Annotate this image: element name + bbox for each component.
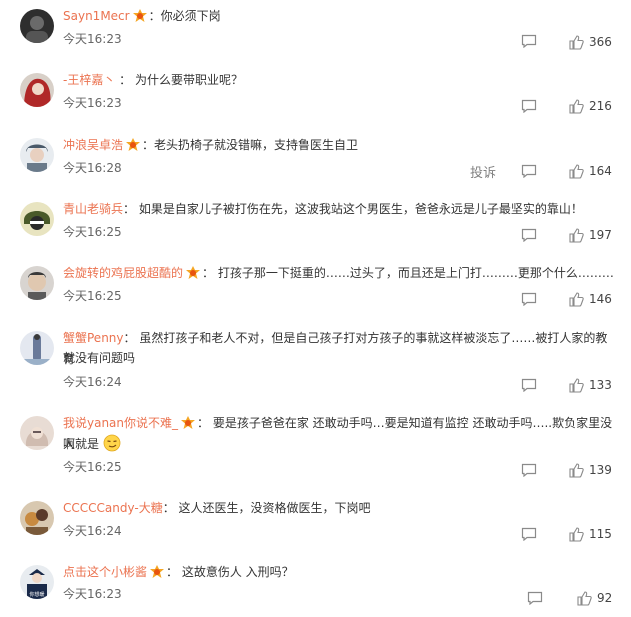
reply-icon[interactable] bbox=[521, 164, 537, 178]
thumbs-up-icon bbox=[577, 590, 592, 606]
vip-badge-icon bbox=[149, 564, 165, 579]
avatar[interactable] bbox=[20, 73, 54, 107]
thumbs-up-icon bbox=[569, 377, 584, 393]
like-button[interactable]: 216 bbox=[569, 96, 612, 116]
like-button[interactable]: 133 bbox=[569, 375, 612, 395]
avatar[interactable] bbox=[20, 202, 54, 236]
comment-time: 今天16:23 bbox=[63, 32, 122, 46]
thumbs-up-icon bbox=[569, 291, 584, 307]
thumbs-up-icon bbox=[569, 526, 584, 542]
avatar[interactable] bbox=[20, 266, 54, 300]
reply-icon[interactable] bbox=[521, 292, 537, 306]
username-link[interactable]: 蟹蟹Penny bbox=[63, 331, 124, 345]
comment-text-continued: 就没有问题吗 bbox=[63, 351, 136, 365]
thumbs-up-icon bbox=[569, 227, 584, 243]
thumbs-up-icon bbox=[569, 163, 584, 179]
like-count: 197 bbox=[589, 228, 612, 242]
comment-text: 打孩子那一下挺重的……过头了，而且还是上门打………更那个什么……… bbox=[217, 266, 614, 280]
reply-icon[interactable] bbox=[521, 527, 537, 541]
thumbs-up-icon bbox=[569, 98, 584, 114]
reply-icon[interactable] bbox=[521, 228, 537, 242]
like-count: 164 bbox=[589, 164, 612, 178]
like-count: 216 bbox=[589, 99, 612, 113]
avatar[interactable] bbox=[20, 9, 54, 43]
avatar[interactable] bbox=[20, 331, 54, 365]
report-link[interactable]: 投诉 bbox=[470, 162, 496, 181]
like-button[interactable]: 115 bbox=[569, 524, 612, 544]
vip-badge-icon bbox=[180, 415, 196, 430]
username-link[interactable]: 青山老骑兵 bbox=[63, 202, 123, 216]
like-button[interactable]: 92 bbox=[577, 588, 612, 608]
avatar[interactable] bbox=[20, 416, 54, 450]
thumbs-up-icon bbox=[569, 462, 584, 478]
like-button[interactable]: 366 bbox=[569, 32, 612, 52]
comment-text: 老头扔椅子就没错嘛，支持鲁医生自卫 bbox=[154, 138, 359, 152]
smirk-emoji-icon bbox=[103, 434, 121, 452]
reply-icon[interactable] bbox=[521, 99, 537, 113]
like-button[interactable]: 146 bbox=[569, 289, 612, 309]
comment-text-continued: 啊就是 bbox=[63, 437, 100, 451]
reply-icon[interactable] bbox=[521, 463, 537, 477]
like-count: 146 bbox=[589, 292, 612, 306]
username-link[interactable]: Sayn1Mecr bbox=[63, 9, 130, 23]
like-count: 115 bbox=[589, 527, 612, 541]
comment-time: 今天16:23 bbox=[63, 96, 122, 110]
comment-text: 你必须下岗 bbox=[160, 9, 221, 23]
svg-text:你想暖: 你想暖 bbox=[29, 591, 44, 598]
like-button[interactable]: 164 bbox=[569, 161, 612, 181]
avatar[interactable] bbox=[20, 138, 54, 172]
username-link[interactable]: 点击这个小彬酱 bbox=[63, 565, 147, 579]
avatar[interactable] bbox=[20, 501, 54, 535]
vip-badge-icon bbox=[185, 265, 201, 280]
comment-time: 今天16:25 bbox=[63, 225, 122, 239]
username-link[interactable]: CCCCCandy-大糖 bbox=[63, 501, 163, 515]
like-count: 366 bbox=[589, 35, 612, 49]
like-button[interactable]: 197 bbox=[569, 225, 612, 245]
reply-icon[interactable] bbox=[521, 34, 537, 48]
comment-text: 为什么要带职业呢？ bbox=[134, 73, 243, 87]
username-link[interactable]: 会旋转的鸡屁股超酷的 bbox=[63, 266, 183, 280]
comment-text: 这故意伤人 入刑吗？ bbox=[181, 565, 294, 579]
comment-text: 如果是自家儿子被打伤在先，这波我站这个男医生，爸爸永远是儿子最坚实的靠山！ bbox=[138, 202, 583, 216]
username-link[interactable]: 冲浪吴卓浩 bbox=[63, 138, 123, 152]
like-count: 133 bbox=[589, 378, 612, 392]
avatar[interactable]: 你想暖 bbox=[20, 565, 54, 599]
vip-badge-icon bbox=[125, 137, 141, 152]
comment-time: 今天16:25 bbox=[63, 289, 122, 303]
like-button[interactable]: 139 bbox=[569, 460, 612, 480]
username-link[interactable]: 我说yanan你说不难_ bbox=[63, 416, 178, 430]
reply-icon[interactable] bbox=[527, 591, 543, 605]
comment-time: 今天16:28 bbox=[63, 161, 122, 175]
comment-time: 今天16:24 bbox=[63, 375, 122, 389]
thumbs-up-icon bbox=[569, 34, 584, 50]
vip-badge-icon bbox=[132, 8, 148, 23]
comment-time: 今天16:24 bbox=[63, 524, 122, 538]
like-count: 139 bbox=[589, 463, 612, 477]
reply-icon[interactable] bbox=[521, 378, 537, 392]
comment-text: 这人还医生，没资格做医生，下岗吧 bbox=[178, 501, 371, 515]
username-link[interactable]: -王梓嘉丶 bbox=[63, 73, 115, 87]
comment-time: 今天16:25 bbox=[63, 460, 122, 474]
like-count: 92 bbox=[597, 591, 613, 605]
comment-time: 今天16:23 bbox=[63, 587, 122, 601]
